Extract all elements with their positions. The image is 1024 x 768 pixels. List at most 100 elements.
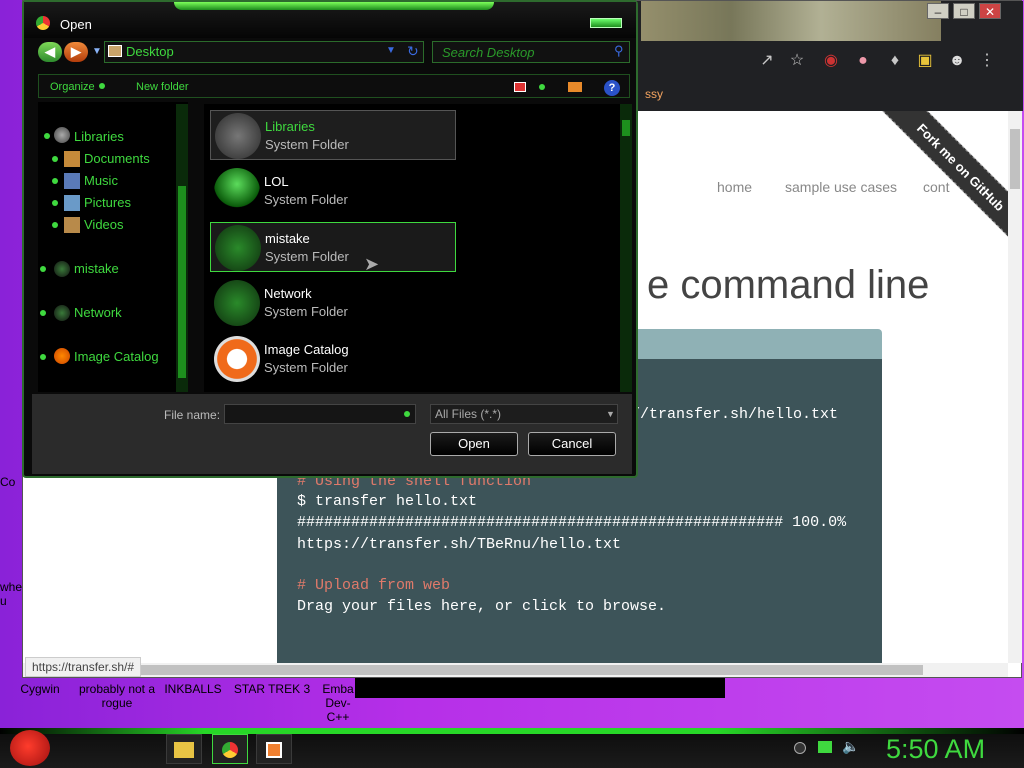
preview-pane-icon[interactable] xyxy=(568,82,582,92)
file-item-network[interactable]: Network System Folder xyxy=(210,278,456,328)
expand-icon[interactable] xyxy=(52,200,58,206)
share-icon[interactable]: ↗ xyxy=(755,49,779,73)
fork-me-ribbon[interactable]: Fork me on GitHub xyxy=(871,111,1008,251)
music-icon xyxy=(64,173,80,189)
ublock-icon[interactable]: ◉ xyxy=(819,49,843,73)
minimize-button[interactable]: – xyxy=(927,3,949,19)
bookmark-item[interactable]: ssy xyxy=(645,87,663,101)
desktop-left-label[interactable]: whe u xyxy=(0,580,22,608)
expand-icon[interactable] xyxy=(52,156,58,162)
search-placeholder: Search Desktop xyxy=(442,45,535,60)
expand-icon[interactable] xyxy=(52,178,58,184)
view-dropdown-icon[interactable] xyxy=(539,84,545,90)
taskbar-clock[interactable]: 5:50 AM xyxy=(886,734,985,765)
taskbar-explorer-button[interactable] xyxy=(166,734,202,764)
dialog-close-button[interactable] xyxy=(590,18,622,28)
nav-pane-scrollbar-thumb[interactable] xyxy=(178,186,186,378)
forward-arrow-icon[interactable]: ▶ xyxy=(64,42,88,62)
profile-avatar-icon[interactable]: ☻ xyxy=(945,49,969,73)
file-name-input[interactable] xyxy=(224,404,416,424)
view-options-icon[interactable] xyxy=(514,82,526,92)
nav-item-documents[interactable]: Documents xyxy=(84,151,150,166)
nav-item-pictures[interactable]: Pictures xyxy=(84,195,131,210)
vertical-scrollbar[interactable] xyxy=(1008,111,1022,663)
file-name: Image Catalog xyxy=(264,342,349,357)
folder-icon xyxy=(174,742,194,758)
upload-dropzone-text[interactable]: Drag your files here, or click to browse… xyxy=(297,598,666,615)
file-name-dropdown-icon[interactable] xyxy=(404,411,410,417)
desktop-icon-inkballs[interactable]: INKBALLS xyxy=(158,682,228,696)
desktop-icon-dev-cpp[interactable]: Emba Dev-C++ xyxy=(314,682,362,724)
maximize-button[interactable]: □ xyxy=(953,3,975,19)
desktop-icon-star-trek-3[interactable]: STAR TREK 3 xyxy=(232,682,312,696)
help-icon[interactable]: ? xyxy=(604,80,620,96)
organize-dropdown-icon[interactable] xyxy=(99,83,105,89)
close-button[interactable]: ✕ xyxy=(979,3,1001,19)
expand-icon[interactable] xyxy=(40,266,46,272)
address-text: Desktop xyxy=(126,44,174,59)
documents-icon xyxy=(64,151,80,167)
cancel-button[interactable]: Cancel xyxy=(528,432,616,456)
expand-icon[interactable] xyxy=(52,222,58,228)
refresh-icon[interactable]: ↻ xyxy=(407,43,419,60)
nav-item-network[interactable]: Network xyxy=(74,305,122,320)
sidebar-icon[interactable]: ▣ xyxy=(913,49,937,73)
desktop-icon-probably-not-a-rogue[interactable]: probably not a rogue xyxy=(76,682,158,710)
desktop-icon-cygwin[interactable]: Cygwin xyxy=(14,682,66,696)
open-button[interactable]: Open xyxy=(430,432,518,456)
expand-icon[interactable] xyxy=(44,133,50,139)
file-pane-scrollbar-thumb[interactable] xyxy=(622,120,630,136)
file-name: mistake xyxy=(265,231,310,246)
tray-expand-icon[interactable] xyxy=(794,742,806,754)
network-tray-icon[interactable] xyxy=(818,741,832,753)
file-item-image-catalog[interactable]: Image Catalog System Folder xyxy=(210,334,456,384)
history-dropdown-icon[interactable]: ▼ xyxy=(92,46,102,57)
pictures-icon xyxy=(64,195,80,211)
file-item-lol[interactable]: LOL System Folder xyxy=(210,166,456,216)
file-name-label: File name: xyxy=(164,408,221,422)
puzzle-icon[interactable]: ♦ xyxy=(883,49,907,73)
taskbar-chrome-button[interactable] xyxy=(212,734,248,764)
dialog-title: Open xyxy=(60,17,92,32)
expand-icon[interactable] xyxy=(40,354,46,360)
nav-arrows: ◀ ▶ xyxy=(38,42,88,62)
file-pane-scrollbar[interactable] xyxy=(620,104,632,392)
search-icon[interactable]: ⚲ xyxy=(614,43,624,59)
nav-link-home[interactable]: home xyxy=(717,179,752,195)
file-type: System Folder xyxy=(264,360,348,375)
code-line: https://transfer.sh/TBeRnu/hello.txt xyxy=(297,536,622,553)
nav-item-videos[interactable]: Videos xyxy=(84,217,124,232)
image-catalog-icon xyxy=(214,336,260,382)
address-dropdown-icon[interactable]: ▼ xyxy=(386,45,396,56)
expand-icon[interactable] xyxy=(40,310,46,316)
code-line: ########################################… xyxy=(297,514,847,531)
libraries-icon xyxy=(54,127,70,143)
file-item-mistake[interactable]: mistake System Folder xyxy=(210,222,456,272)
network-icon xyxy=(54,305,70,321)
nav-item-image-catalog[interactable]: Image Catalog xyxy=(74,349,159,364)
code-comment: # Upload from web xyxy=(297,577,451,594)
dialog-glow-accent xyxy=(174,2,494,10)
back-arrow-icon[interactable]: ◀ xyxy=(38,42,62,62)
extension-flag-icon[interactable]: ● xyxy=(851,49,875,73)
code-line: ://transfer.sh/hello.txt xyxy=(622,406,839,423)
file-item-libraries[interactable]: Libraries System Folder xyxy=(210,110,456,160)
nav-item-libraries[interactable]: Libraries xyxy=(74,129,124,144)
vertical-scrollbar-thumb[interactable] xyxy=(1010,129,1020,189)
menu-kebab-icon[interactable]: ⋮ xyxy=(975,49,999,73)
videos-icon xyxy=(64,217,80,233)
nav-item-mistake[interactable]: mistake xyxy=(74,261,119,276)
start-button-icon[interactable] xyxy=(10,730,50,766)
nav-item-music[interactable]: Music xyxy=(84,173,118,188)
volume-icon[interactable]: 🔈 xyxy=(842,738,859,755)
star-icon[interactable]: ☆ xyxy=(785,49,809,73)
file-type-filter[interactable]: All Files (*.*) xyxy=(430,404,618,424)
window-shadow xyxy=(355,678,725,698)
new-folder-button[interactable]: New folder xyxy=(136,81,189,93)
desktop-left-label[interactable]: Co xyxy=(0,475,15,489)
filter-dropdown-icon[interactable]: ▼ xyxy=(606,409,615,419)
horizontal-scrollbar-thumb[interactable] xyxy=(133,665,923,675)
file-name: Network xyxy=(264,286,312,301)
taskbar-app-button[interactable] xyxy=(256,734,292,764)
organize-button[interactable]: Organize xyxy=(50,81,95,93)
